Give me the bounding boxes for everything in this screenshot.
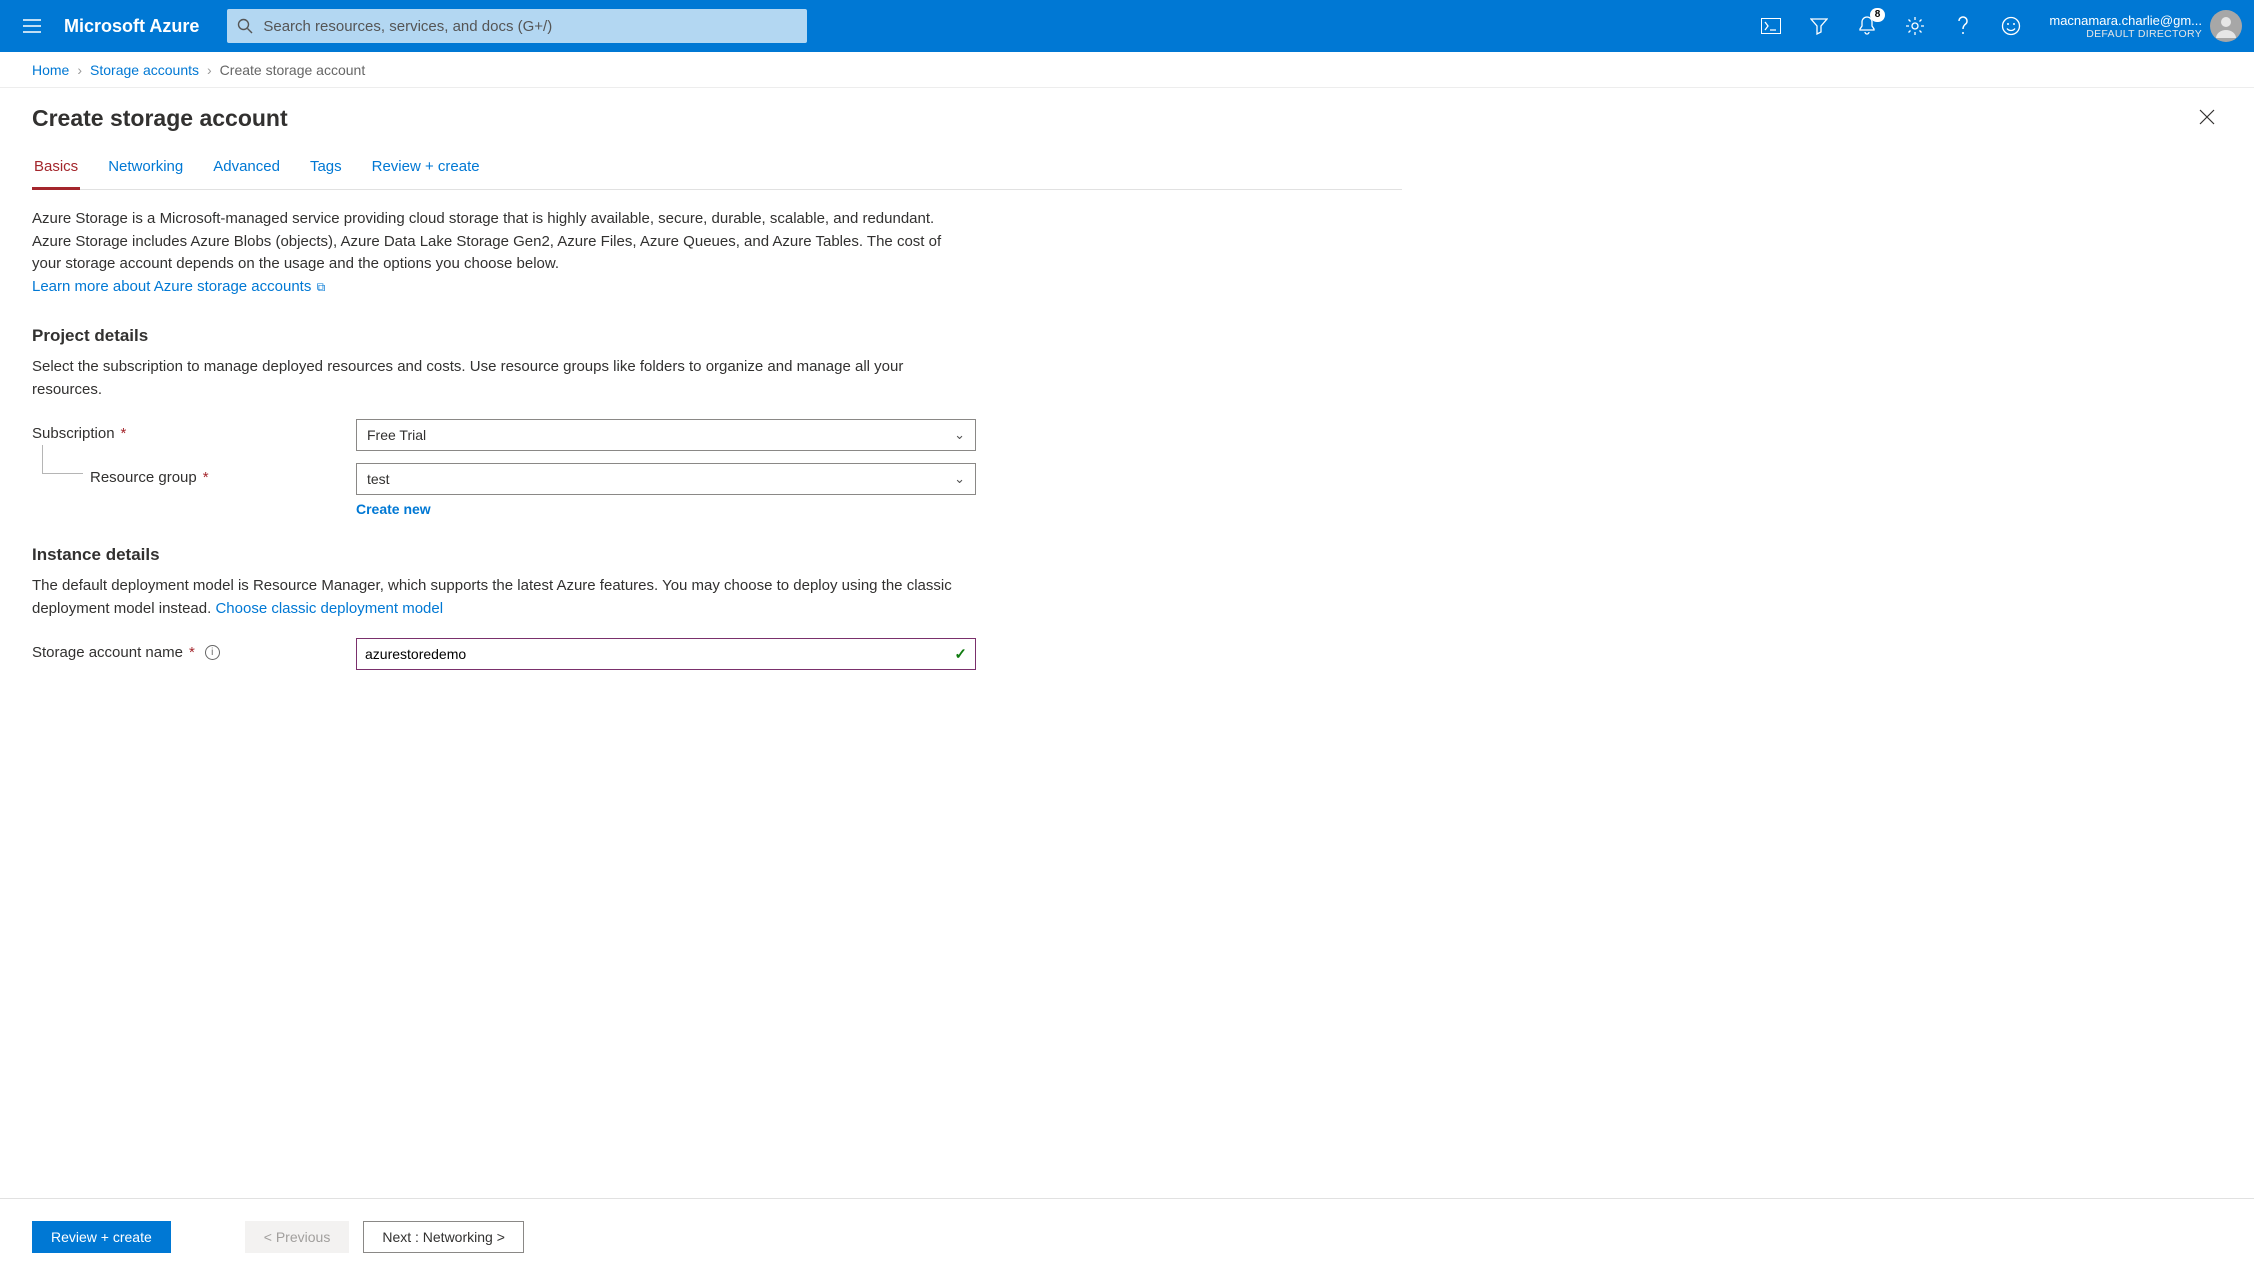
learn-more-link[interactable]: Learn more about Azure storage accounts …	[32, 278, 325, 295]
topbar-toolbar: 8	[1747, 2, 2035, 50]
breadcrumb: Home › Storage accounts › Create storage…	[0, 52, 2254, 88]
hamburger-icon	[23, 19, 41, 33]
gear-icon	[1905, 16, 1925, 36]
breadcrumb-link-storage-accounts[interactable]: Storage accounts	[90, 62, 199, 78]
hamburger-menu-button[interactable]	[8, 2, 56, 50]
review-create-button[interactable]: Review + create	[32, 1221, 171, 1253]
close-icon	[2198, 108, 2216, 126]
filter-icon	[1810, 17, 1828, 35]
next-button[interactable]: Next : Networking >	[363, 1221, 524, 1253]
subscription-dropdown[interactable]: Free Trial ⌄	[356, 419, 976, 451]
close-blade-button[interactable]	[2192, 102, 2222, 135]
intro-text: Azure Storage is a Microsoft-managed ser…	[32, 208, 972, 298]
section-instance-details: Instance details	[32, 545, 1402, 565]
project-details-desc: Select the subscription to manage deploy…	[32, 356, 972, 401]
create-new-rg-link[interactable]: Create new	[356, 501, 431, 517]
tab-strip: Basics Networking Advanced Tags Review +…	[32, 150, 1402, 190]
chevron-icon: ›	[207, 62, 212, 78]
avatar	[2210, 10, 2242, 42]
wizard-footer: Review + create < Previous Next : Networ…	[0, 1198, 2254, 1274]
instance-details-desc: The default deployment model is Resource…	[32, 575, 972, 620]
previous-button: < Previous	[245, 1221, 350, 1253]
blade-header: Create storage account	[0, 88, 2254, 143]
feedback-button[interactable]	[1987, 2, 2035, 50]
tab-networking[interactable]: Networking	[106, 150, 185, 190]
search-icon	[237, 18, 253, 34]
cloud-shell-button[interactable]	[1747, 2, 1795, 50]
subscription-value: Free Trial	[367, 427, 426, 443]
resource-group-dropdown[interactable]: test ⌄	[356, 463, 976, 495]
top-bar: Microsoft Azure 8 macnamara.charlie@gm..…	[0, 0, 2254, 52]
settings-button[interactable]	[1891, 2, 1939, 50]
storage-account-name-input[interactable]	[365, 639, 954, 669]
chevron-icon: ›	[77, 62, 82, 78]
required-indicator: *	[121, 425, 127, 442]
chevron-down-icon: ⌄	[954, 471, 965, 487]
required-indicator: *	[203, 469, 209, 486]
person-icon	[2212, 12, 2240, 40]
breadcrumb-current: Create storage account	[220, 62, 366, 78]
tab-basics[interactable]: Basics	[32, 150, 80, 190]
row-subscription: Subscription * Free Trial ⌄	[32, 419, 1402, 451]
valid-check-icon: ✓	[954, 645, 967, 663]
tab-tags[interactable]: Tags	[308, 150, 344, 190]
cloud-shell-icon	[1761, 18, 1781, 34]
global-search[interactable]	[227, 9, 807, 43]
external-link-icon: ⧉	[313, 280, 325, 294]
info-icon[interactable]: i	[205, 645, 220, 660]
content-scroll[interactable]: Basics Networking Advanced Tags Review +…	[0, 146, 2254, 1198]
feedback-icon	[2001, 16, 2021, 36]
resource-group-value: test	[367, 471, 390, 487]
row-storage-account-name: Storage account name * i ✓	[32, 638, 1402, 670]
required-indicator: *	[189, 644, 195, 661]
tab-advanced[interactable]: Advanced	[211, 150, 282, 190]
classic-deployment-link[interactable]: Choose classic deployment model	[215, 600, 443, 617]
notification-badge: 8	[1870, 8, 1886, 22]
help-icon	[1957, 16, 1969, 36]
account-email: macnamara.charlie@gm...	[2049, 13, 2202, 28]
account-directory: DEFAULT DIRECTORY	[2049, 28, 2202, 40]
search-input[interactable]	[263, 9, 797, 43]
section-project-details: Project details	[32, 326, 1402, 346]
intro-body: Azure Storage is a Microsoft-managed ser…	[32, 210, 941, 272]
page-title: Create storage account	[32, 105, 288, 132]
brand-label[interactable]: Microsoft Azure	[56, 16, 227, 37]
subscription-label: Subscription	[32, 425, 115, 442]
storage-name-label: Storage account name	[32, 644, 183, 661]
account-menu[interactable]: macnamara.charlie@gm... DEFAULT DIRECTOR…	[2035, 10, 2246, 42]
directory-filter-button[interactable]	[1795, 2, 1843, 50]
help-button[interactable]	[1939, 2, 1987, 50]
tab-review-create[interactable]: Review + create	[370, 150, 482, 190]
chevron-down-icon: ⌄	[954, 427, 965, 443]
notifications-button[interactable]: 8	[1843, 2, 1891, 50]
storage-name-field-wrap: ✓	[356, 638, 976, 670]
row-resource-group: Resource group * test ⌄ Create new	[32, 463, 1402, 517]
resource-group-label: Resource group	[90, 469, 197, 486]
breadcrumb-link-home[interactable]: Home	[32, 62, 69, 78]
